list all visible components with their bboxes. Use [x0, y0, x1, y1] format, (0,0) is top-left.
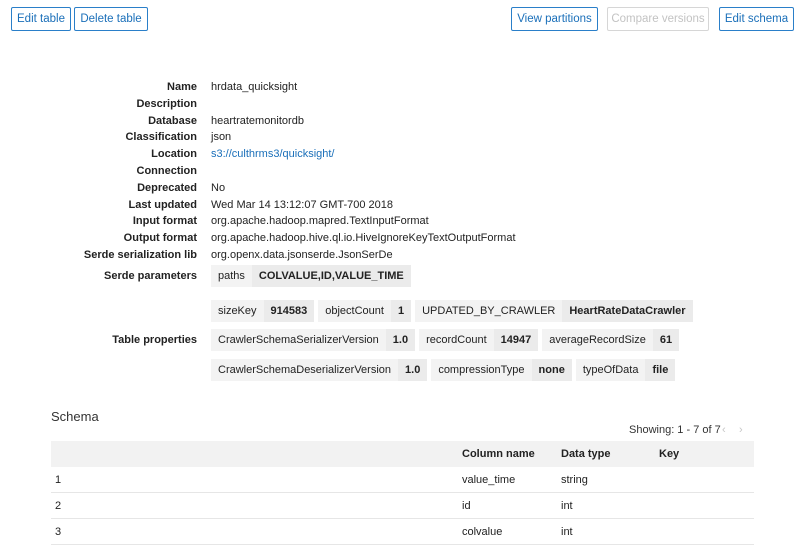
property-value: 1.0 — [398, 359, 428, 381]
row-number: 3 — [55, 526, 62, 538]
detail-label: Name — [167, 81, 197, 93]
table-properties-row-3: CrawlerSchemaDeserializerVersion 1.0 com… — [211, 359, 679, 381]
detail-row-last-updated: Last updated Wed Mar 14 13:12:07 GMT-700… — [0, 197, 800, 214]
detail-value: Wed Mar 14 13:12:07 GMT-700 2018 — [211, 198, 394, 211]
property-value: 1 — [390, 300, 412, 322]
delete-table-button[interactable]: Delete table — [74, 7, 148, 31]
detail-row-database: Database heartratemonitordb — [0, 113, 800, 130]
property-value: 914583 — [263, 300, 315, 322]
edit-schema-button[interactable]: Edit schema — [719, 7, 794, 31]
detail-label: Input format — [132, 215, 197, 228]
property-key: sizeKey — [211, 300, 264, 322]
table-details: Name hrdata_quicksight Description Datab… — [0, 79, 800, 264]
serde-parameters-row: paths COLVALUE,ID,VALUE_TIME — [211, 265, 415, 287]
table-properties-row-2: CrawlerSchemaSerializerVersion 1.0 recor… — [211, 329, 683, 351]
detail-value: org.apache.hadoop.hive.ql.io.HiveIgnoreK… — [211, 232, 516, 245]
detail-label: Description — [136, 97, 197, 110]
column-name: colvalue — [462, 526, 503, 538]
detail-value: org.openx.data.jsonserde.JsonSerDe — [211, 248, 393, 261]
pagination-status: Showing: 1 - 7 of 7 — [629, 424, 721, 436]
detail-value: org.apache.hadoop.mapred.TextInputFormat — [211, 215, 429, 228]
column-name: id — [462, 500, 471, 512]
property-key: CrawlerSchemaSerializerVersion — [211, 329, 386, 351]
detail-label: Output format — [123, 232, 197, 245]
detail-value: heartratemonitordb — [211, 114, 304, 127]
detail-value: No — [211, 181, 226, 194]
detail-label: Database — [148, 114, 197, 127]
view-partitions-button[interactable]: View partitions — [511, 7, 598, 31]
property-value: 14947 — [493, 329, 539, 351]
property-value: none — [531, 359, 572, 381]
row-number: 2 — [55, 500, 62, 512]
data-type: int — [561, 526, 573, 538]
detail-label: Serde serialization lib — [83, 248, 197, 261]
table-properties-row-1: sizeKey 914583 objectCount 1 UPDATED_BY_… — [211, 300, 697, 322]
detail-row-classification: Classification json — [0, 129, 800, 146]
data-type-header[interactable]: Data type — [561, 441, 611, 467]
property-key: UPDATED_BY_CRAWLER — [415, 300, 563, 322]
prev-page-icon[interactable]: ‹ — [722, 424, 726, 436]
property-key: typeOfData — [575, 359, 646, 381]
detail-row-input-format: Input format org.apache.hadoop.mapred.Te… — [0, 213, 800, 230]
detail-row-description: Description — [0, 96, 800, 113]
property-value: 61 — [652, 329, 680, 351]
property-value: HeartRateDataCrawler — [562, 300, 693, 322]
detail-row-output-format: Output format org.apache.hadoop.hive.ql.… — [0, 230, 800, 247]
table-row[interactable]: 1 value_time string — [51, 467, 754, 493]
detail-label: Last updated — [128, 198, 197, 211]
detail-label: Classification — [125, 131, 197, 144]
param-key: paths — [211, 265, 252, 287]
schema-title: Schema — [51, 409, 99, 424]
data-type: int — [561, 500, 573, 512]
column-name: value_time — [462, 474, 516, 486]
row-number: 1 — [55, 474, 62, 486]
table-properties-label: Table properties — [112, 334, 197, 346]
key-header[interactable]: Key — [659, 441, 679, 467]
detail-row-name: Name hrdata_quicksight — [0, 79, 800, 96]
property-key: averageRecordSize — [542, 329, 653, 351]
detail-label: Deprecated — [137, 181, 197, 194]
detail-row-deprecated: Deprecated No — [0, 180, 800, 197]
param-value: COLVALUE,ID,VALUE_TIME — [251, 265, 411, 287]
edit-table-button[interactable]: Edit table — [11, 7, 71, 31]
table-row[interactable]: 2 id int — [51, 493, 754, 519]
location-link[interactable]: s3://culthrms3/quicksight/ — [211, 146, 335, 163]
property-value: file — [645, 359, 676, 381]
property-key: CrawlerSchemaDeserializerVersion — [211, 359, 399, 381]
property-key: recordCount — [419, 329, 494, 351]
schema-table-header: Column name Data type Key — [51, 441, 754, 467]
detail-row-location: Location s3://culthrms3/quicksight/ — [0, 146, 800, 163]
detail-label: Connection — [136, 164, 198, 177]
data-type: string — [561, 474, 588, 486]
serde-parameters-label: Serde parameters — [104, 270, 197, 282]
detail-label: Location — [151, 148, 197, 161]
property-key: compressionType — [431, 359, 532, 381]
next-page-icon[interactable]: › — [739, 424, 743, 436]
column-name-header[interactable]: Column name — [462, 441, 535, 467]
detail-row-connection: Connection — [0, 163, 800, 180]
property-key: objectCount — [318, 300, 391, 322]
detail-value: hrdata_quicksight — [211, 81, 298, 93]
detail-value: json — [211, 131, 232, 144]
compare-versions-button[interactable]: Compare versions — [607, 7, 709, 31]
property-value: 1.0 — [385, 329, 416, 351]
detail-row-serde-lib: Serde serialization lib org.openx.data.j… — [0, 247, 800, 264]
table-row[interactable]: 3 colvalue int — [51, 519, 754, 545]
